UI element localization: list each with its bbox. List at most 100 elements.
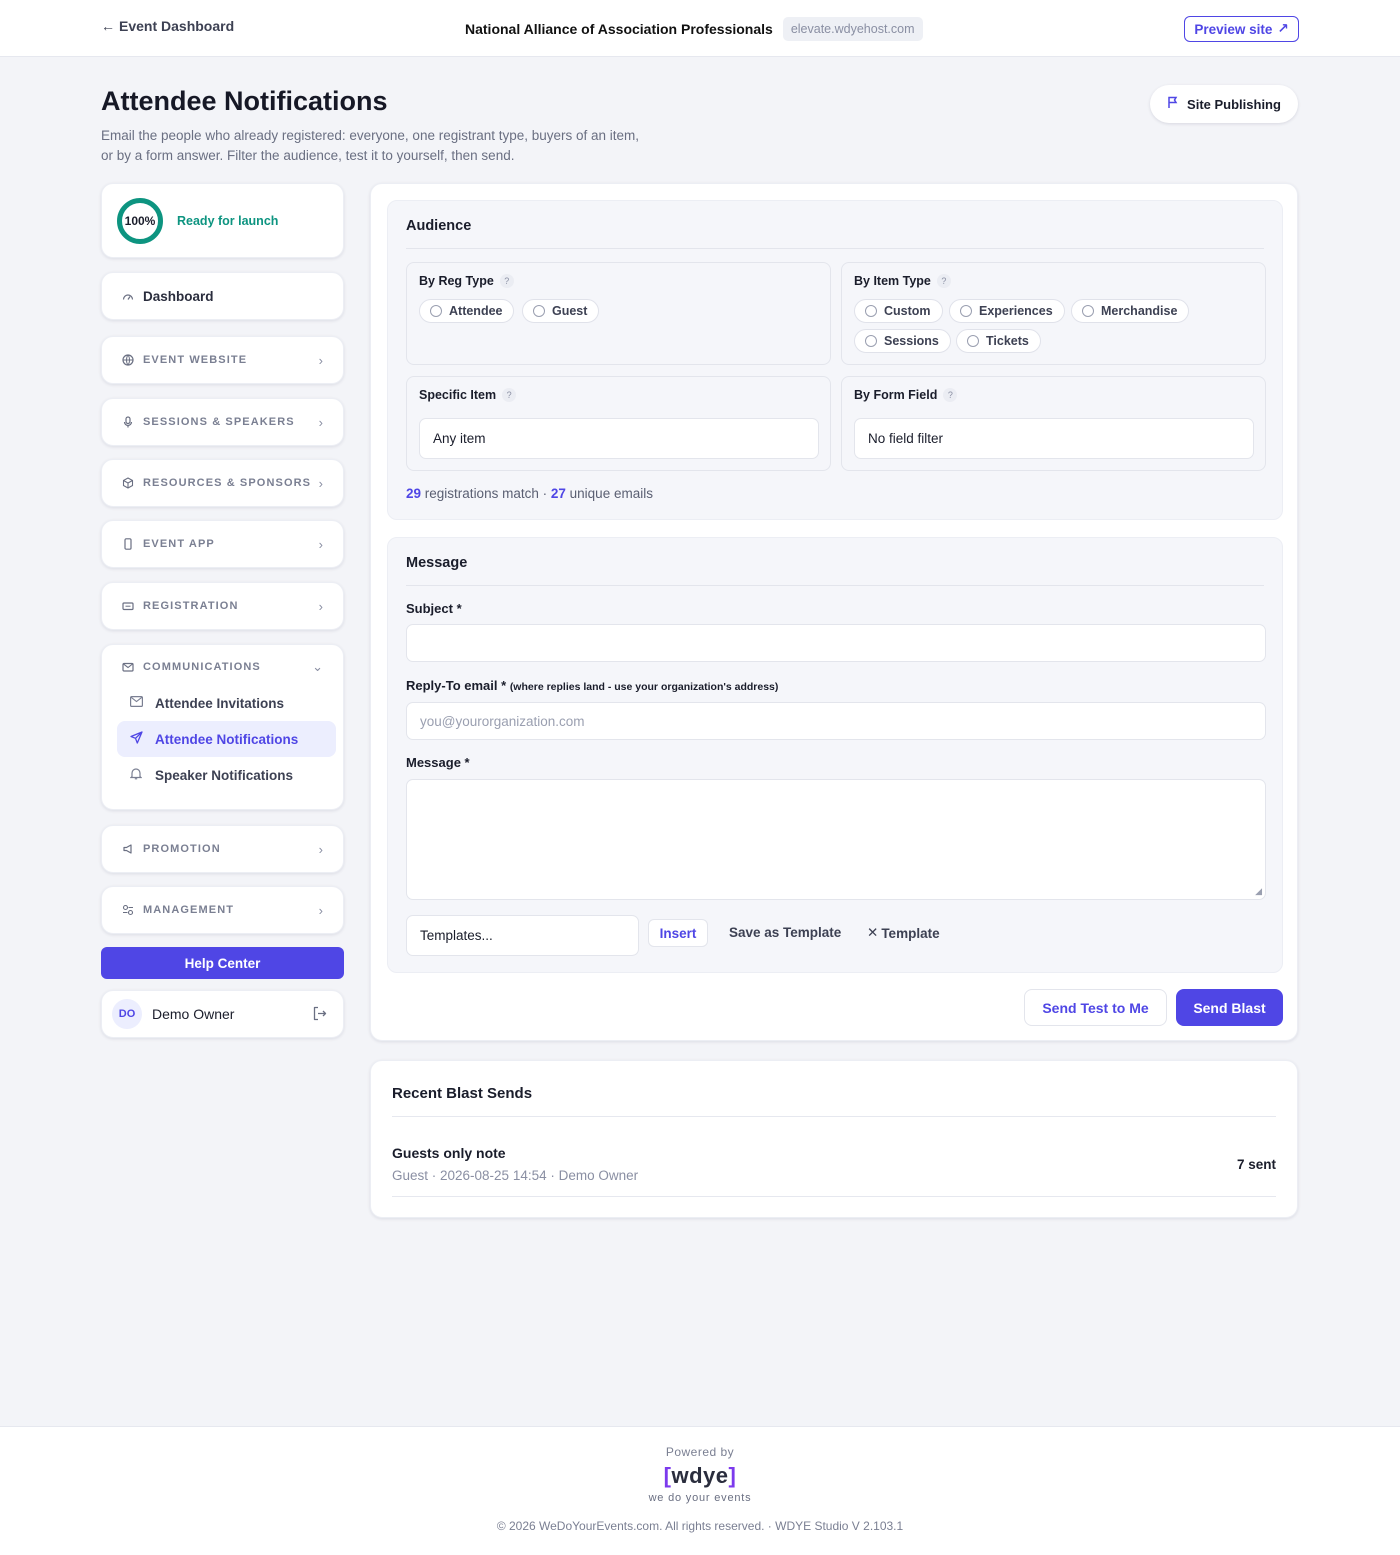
user-name: Demo Owner xyxy=(152,1006,235,1022)
sidebar-section-registration[interactable]: REGISTRATION › xyxy=(101,582,344,630)
message-label: Message * xyxy=(406,755,470,770)
mail-icon xyxy=(129,696,143,710)
sidebar-section-event-website[interactable]: EVENT WEBSITE › xyxy=(101,336,344,384)
sidebar-section-sessions-speakers[interactable]: SESSIONS & SPEAKERS › xyxy=(101,398,344,446)
specific-item-select[interactable]: Any item xyxy=(419,418,819,459)
option-label: Merchandise xyxy=(1101,304,1178,318)
chevron-right-icon: › xyxy=(318,537,323,552)
item-type-option-tickets[interactable]: Tickets xyxy=(956,329,1041,353)
megaphone-icon xyxy=(122,843,134,855)
form-field-filter: By Form Field ? No field filter xyxy=(841,376,1266,471)
send-test-button[interactable]: Send Test to Me xyxy=(1024,989,1167,1026)
communications-header[interactable]: COMMUNICATIONS xyxy=(122,661,261,673)
option-label: Guest xyxy=(552,304,588,318)
page-description: Email the people who already registered:… xyxy=(101,126,681,166)
box-icon xyxy=(122,477,134,489)
footer: Powered by [wdye] we do your events © 20… xyxy=(0,1426,1400,1555)
unique-email-text: unique emails xyxy=(569,486,653,501)
avatar: DO xyxy=(112,999,142,1029)
reg-type-filter-title: By Reg Type ? xyxy=(419,274,514,288)
logout-icon[interactable] xyxy=(312,1006,327,1024)
option-label: Tickets xyxy=(986,334,1029,348)
sidebar-item-attendee-invitations[interactable]: Attendee Invitations xyxy=(117,685,336,721)
reply-to-email-input[interactable]: you@yourorganization.com xyxy=(406,702,1266,740)
blast-meta: Guest · 2026-08-25 14:54 · Demo Owner xyxy=(392,1168,639,1183)
back-link-label: Event Dashboard xyxy=(119,18,235,34)
radio-icon xyxy=(960,305,972,317)
templates-select[interactable]: Templates... xyxy=(406,915,639,956)
specific-item-filter: Specific Item ? Any item xyxy=(406,376,831,471)
delete-template-button[interactable]: ✕ Template xyxy=(867,925,940,941)
filter-title-text: Specific Item xyxy=(419,388,497,402)
reply-to-hint: (where replies land - use your organizat… xyxy=(509,681,779,693)
chevron-down-icon[interactable]: ⌄ xyxy=(312,659,323,675)
registration-count: 29 xyxy=(406,486,422,501)
divider xyxy=(406,585,1264,586)
sidebar-item-speaker-notifications[interactable]: Speaker Notifications xyxy=(117,757,336,793)
sidebar-section-resources-sponsors[interactable]: RESOURCES & SPONSORS › xyxy=(101,459,344,507)
option-label: Custom xyxy=(884,304,931,318)
filter-title-text: By Form Field xyxy=(854,388,938,402)
send-blast-button[interactable]: Send Blast xyxy=(1176,989,1283,1026)
reg-type-option-guest[interactable]: Guest xyxy=(522,299,600,323)
launch-status: Ready for launch xyxy=(177,213,279,228)
help-icon[interactable]: ? xyxy=(502,388,517,402)
sidebar-item-label: Attendee Invitations xyxy=(155,695,285,711)
filter-title-text: By Reg Type xyxy=(419,274,494,288)
form-field-select[interactable]: No field filter xyxy=(854,418,1254,459)
domain-badge: elevate.wdyehost.com xyxy=(782,17,923,41)
reply-to-label: Reply-To email * (where replies land - u… xyxy=(406,678,778,693)
sidebar-item-dashboard[interactable]: Dashboard xyxy=(101,272,344,320)
copyright-text: © 2026 WeDoYourEvents.com. All rights re… xyxy=(496,1519,904,1533)
option-label: Attendee xyxy=(449,304,503,318)
reg-type-option-attendee[interactable]: Attendee xyxy=(419,299,515,323)
help-icon[interactable]: ? xyxy=(936,274,951,288)
blast-sent-count: 7 sent xyxy=(1236,1157,1276,1172)
preview-site-button[interactable]: Preview site ↗ xyxy=(1184,16,1299,42)
subject-input[interactable] xyxy=(406,624,1266,662)
sidebar-section-label: SESSIONS & SPEAKERS xyxy=(143,416,295,428)
recent-blast-sends: Recent Blast Sends Guests only note Gues… xyxy=(370,1060,1298,1218)
org-name: National Alliance of Association Profess… xyxy=(465,21,773,37)
radio-icon xyxy=(1082,305,1094,317)
sidebar-section-event-app[interactable]: EVENT APP › xyxy=(101,520,344,568)
audience-title: Audience xyxy=(406,218,472,234)
preview-site-label: Preview site xyxy=(1194,21,1273,37)
resize-handle-icon[interactable]: ◢ xyxy=(1255,886,1262,897)
radio-icon xyxy=(865,335,877,347)
chevron-right-icon: › xyxy=(318,599,323,614)
item-type-option-merchandise[interactable]: Merchandise xyxy=(1071,299,1190,323)
help-icon[interactable]: ? xyxy=(943,388,958,402)
reg-type-filter: By Reg Type ? Attendee Guest xyxy=(406,262,831,365)
item-type-option-experiences[interactable]: Experiences xyxy=(949,299,1065,323)
insert-template-button[interactable]: Insert xyxy=(648,919,708,947)
site-publishing-button[interactable]: Site Publishing xyxy=(1150,85,1298,123)
launch-readiness-card: 100% Ready for launch xyxy=(101,183,344,258)
sidebar-section-label: REGISTRATION xyxy=(143,600,239,612)
sidebar-item-label: Dashboard xyxy=(143,288,214,304)
item-type-option-custom[interactable]: Custom xyxy=(854,299,943,323)
sidebar-item-attendee-notifications[interactable]: Attendee Notifications xyxy=(117,721,336,757)
sidebar-item-label: Speaker Notifications xyxy=(155,767,294,783)
close-icon: ✕ xyxy=(867,925,879,940)
item-type-filter-title: By Item Type ? xyxy=(854,274,951,288)
audience-match-summary: 29 registrations match · 27 unique email… xyxy=(406,486,653,501)
save-as-template-button[interactable]: Save as Template xyxy=(729,925,841,940)
wdye-logo[interactable]: [wdye] xyxy=(0,1463,1400,1489)
help-center-button[interactable]: Help Center xyxy=(101,947,344,979)
radio-icon xyxy=(967,335,979,347)
subject-label: Subject * xyxy=(406,601,462,616)
sidebar-section-promotion[interactable]: PROMOTION › xyxy=(101,825,344,873)
message-textarea[interactable]: ◢ xyxy=(406,779,1266,900)
back-to-dashboard-link[interactable]: ← Event Dashboard xyxy=(101,18,234,34)
settings-icon xyxy=(122,904,134,916)
chevron-right-icon: › xyxy=(318,476,323,491)
help-icon[interactable]: ? xyxy=(499,274,514,288)
item-type-option-sessions[interactable]: Sessions xyxy=(854,329,951,353)
flag-icon xyxy=(1167,96,1179,112)
sidebar-section-management[interactable]: MANAGEMENT › xyxy=(101,886,344,934)
send-icon xyxy=(129,731,143,747)
launch-progress-ring: 100% xyxy=(117,197,163,244)
sidebar-item-label: Attendee Notifications xyxy=(155,731,299,747)
item-type-filter: By Item Type ? Custom Experiences Mercha… xyxy=(841,262,1266,365)
